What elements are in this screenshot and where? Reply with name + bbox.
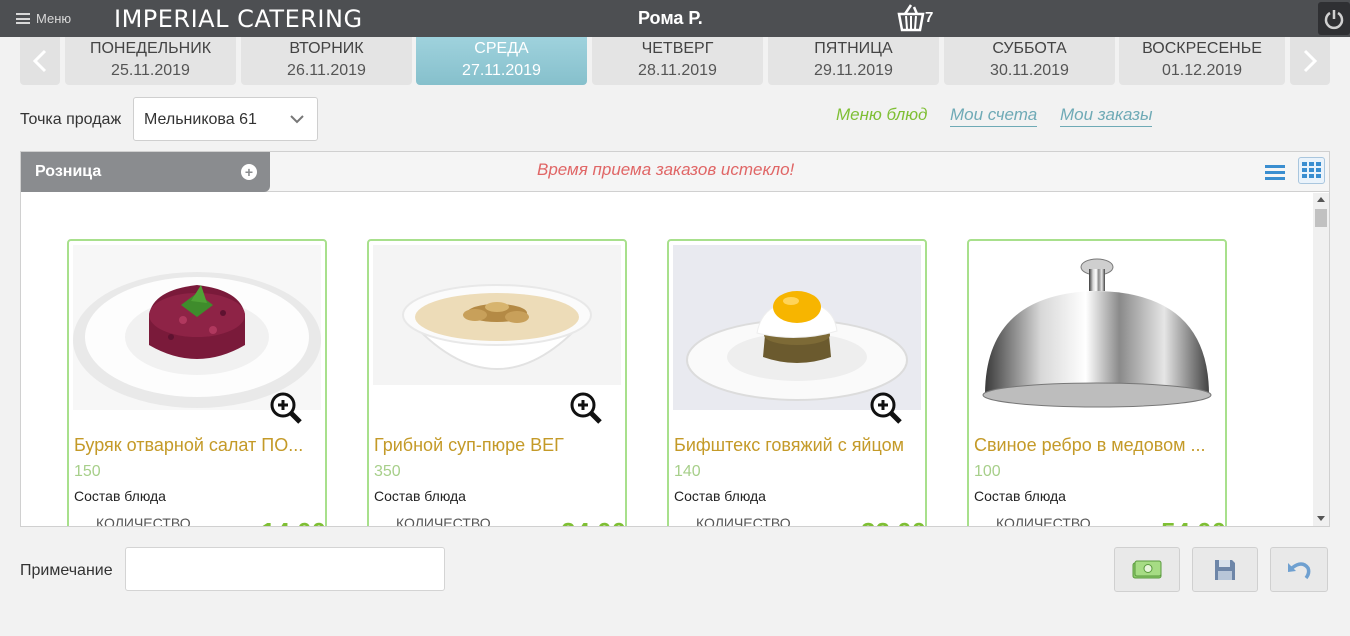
menu-panel: Розница + Время приема заказов истекло! bbox=[20, 151, 1330, 527]
panel-header: Розница + Время приема заказов истекло! bbox=[21, 152, 1329, 192]
dish-title[interactable]: Бифштекс говяжий с яйцом bbox=[674, 435, 922, 456]
money-icon bbox=[1132, 560, 1162, 578]
sales-point-value: Мельникова 61 bbox=[144, 111, 257, 128]
tab-day-saturday[interactable]: СУББОТА 30.11.2019 bbox=[944, 37, 1115, 85]
dish-cards: Буряк отварной салат ПО... 150 Состав бл… bbox=[21, 193, 1311, 526]
quantity-label: КОЛИЧЕСТВО bbox=[96, 515, 191, 526]
dish-composition-link[interactable]: Состав блюда bbox=[74, 488, 166, 504]
scroll-down-icon[interactable] bbox=[1317, 516, 1325, 521]
grid-icon bbox=[1302, 162, 1321, 178]
tab-day-friday[interactable]: ПЯТНИЦА 29.11.2019 bbox=[768, 37, 939, 85]
chevron-right-icon bbox=[1303, 49, 1317, 73]
dish-card[interactable]: Бифштекс говяжий с яйцом 140 Состав блюд… bbox=[667, 239, 927, 526]
dish-photo-cloche[interactable] bbox=[973, 245, 1221, 410]
list-view-button[interactable] bbox=[1263, 160, 1287, 184]
sales-point-select[interactable]: Мельникова 61 bbox=[133, 97, 318, 141]
save-icon bbox=[1215, 559, 1235, 580]
day-name: СУББОТА bbox=[992, 40, 1067, 57]
dish-weight: 350 bbox=[374, 463, 401, 480]
sales-point-label: Точка продаж bbox=[20, 111, 122, 128]
grid-view-button[interactable] bbox=[1298, 157, 1325, 184]
dish-composition-link[interactable]: Состав блюда bbox=[374, 488, 466, 504]
day-date: 27.11.2019 bbox=[462, 62, 541, 79]
power-icon bbox=[1324, 9, 1344, 29]
menu-icon bbox=[16, 13, 30, 24]
tab-day-sunday[interactable]: ВОСКРЕСЕНЬЕ 01.12.2019 bbox=[1119, 37, 1285, 85]
link-my-bills[interactable]: Мои счета bbox=[950, 105, 1038, 127]
link-dish-menu[interactable]: Меню блюд bbox=[836, 105, 927, 125]
prev-week-button[interactable] bbox=[20, 37, 60, 85]
day-name: ЧЕТВЕРГ bbox=[641, 40, 714, 57]
dish-price: 14.00 bbox=[261, 517, 326, 526]
save-button[interactable] bbox=[1192, 547, 1258, 592]
cart-count: 7 bbox=[925, 9, 934, 26]
zoom-in-icon[interactable] bbox=[269, 391, 303, 425]
day-name: ПОНЕДЕЛЬНИК bbox=[89, 40, 212, 57]
quantity-label: КОЛИЧЕСТВО bbox=[396, 515, 491, 526]
quantity-label: КОЛИЧЕСТВО bbox=[696, 515, 791, 526]
dish-weight: 100 bbox=[974, 463, 1001, 480]
day-name: ВТОРНИК bbox=[289, 40, 364, 57]
zoom-in-icon[interactable] bbox=[869, 391, 903, 425]
day-date: 01.12.2019 bbox=[1161, 62, 1243, 79]
zoom-in-icon[interactable] bbox=[569, 391, 603, 425]
dish-photo-beef-steak-egg[interactable] bbox=[673, 245, 921, 410]
dish-card[interactable]: Буряк отварной салат ПО... 150 Состав бл… bbox=[67, 239, 327, 526]
chevron-down-icon bbox=[290, 115, 304, 124]
day-name: СРЕДА bbox=[474, 40, 529, 57]
day-date: 26.11.2019 bbox=[287, 62, 366, 79]
dish-title[interactable]: Свиное ребро в медовом ... bbox=[974, 435, 1222, 456]
note-input[interactable] bbox=[125, 547, 445, 591]
logout-button[interactable] bbox=[1318, 2, 1350, 35]
quantity-label: КОЛИЧЕСТВО bbox=[996, 515, 1091, 526]
undo-button[interactable] bbox=[1270, 547, 1328, 592]
menu-label: Меню bbox=[36, 11, 72, 26]
top-bar: Меню IMPERIAL CATERING Рома Р. 7 bbox=[0, 0, 1350, 37]
brand-title: IMPERIAL CATERING bbox=[114, 5, 363, 33]
category-tab-retail[interactable]: Розница + bbox=[21, 152, 270, 192]
cart-button[interactable]: 7 bbox=[895, 3, 941, 33]
next-week-button[interactable] bbox=[1290, 37, 1330, 85]
pay-button[interactable] bbox=[1114, 547, 1180, 592]
day-tabs: ПОНЕДЕЛЬНИК 25.11.2019 ВТОРНИК 26.11.201… bbox=[20, 37, 1330, 85]
category-label: Розница bbox=[35, 163, 102, 180]
dish-title[interactable]: Грибной суп-пюре ВЕГ bbox=[374, 435, 622, 456]
undo-icon bbox=[1288, 561, 1311, 579]
link-my-orders[interactable]: Мои заказы bbox=[1060, 105, 1153, 127]
dish-photo-mushroom-soup[interactable] bbox=[373, 245, 621, 410]
scroll-up-icon[interactable] bbox=[1317, 197, 1325, 202]
day-name: ВОСКРЕСЕНЬЕ bbox=[1142, 40, 1262, 57]
dish-title[interactable]: Буряк отварной салат ПО... bbox=[74, 435, 322, 456]
basket-icon bbox=[897, 4, 925, 32]
dish-card[interactable]: Грибной суп-пюре ВЕГ 350 Состав блюда КО… bbox=[367, 239, 627, 526]
orders-closed-warning: Время приема заказов истекло! bbox=[537, 160, 795, 179]
day-name: ПЯТНИЦА bbox=[814, 40, 893, 57]
scroll-thumb[interactable] bbox=[1315, 209, 1327, 227]
tab-day-monday[interactable]: ПОНЕДЕЛЬНИК 25.11.2019 bbox=[65, 37, 236, 85]
vertical-scrollbar[interactable] bbox=[1313, 193, 1329, 526]
dish-price: 32.00 bbox=[861, 517, 926, 526]
day-date: 29.11.2019 bbox=[814, 62, 893, 79]
day-date: 28.11.2019 bbox=[638, 62, 717, 79]
list-icon bbox=[1265, 165, 1285, 180]
user-name[interactable]: Рома Р. bbox=[638, 8, 703, 29]
dish-photo-beet-salad[interactable] bbox=[73, 245, 321, 410]
dish-price: 24.00 bbox=[561, 517, 626, 526]
note-label: Примечание bbox=[20, 562, 113, 579]
tab-day-wednesday[interactable]: СРЕДА 27.11.2019 bbox=[416, 37, 587, 85]
dish-composition-link[interactable]: Состав блюда bbox=[674, 488, 766, 504]
tab-day-tuesday[interactable]: ВТОРНИК 26.11.2019 bbox=[241, 37, 412, 85]
chevron-left-icon bbox=[33, 49, 47, 73]
dish-weight: 140 bbox=[674, 463, 701, 480]
day-date: 25.11.2019 bbox=[111, 62, 190, 79]
tab-day-thursday[interactable]: ЧЕТВЕРГ 28.11.2019 bbox=[592, 37, 763, 85]
dish-card[interactable]: Свиное ребро в медовом ... 100 Состав бл… bbox=[967, 239, 1227, 526]
day-date: 30.11.2019 bbox=[990, 62, 1069, 79]
dish-price: 54.00 bbox=[1161, 517, 1226, 526]
plus-icon[interactable]: + bbox=[241, 164, 257, 180]
dish-composition-link[interactable]: Состав блюда bbox=[974, 488, 1066, 504]
dish-weight: 150 bbox=[74, 463, 101, 480]
menu-button[interactable]: Меню bbox=[16, 11, 71, 26]
